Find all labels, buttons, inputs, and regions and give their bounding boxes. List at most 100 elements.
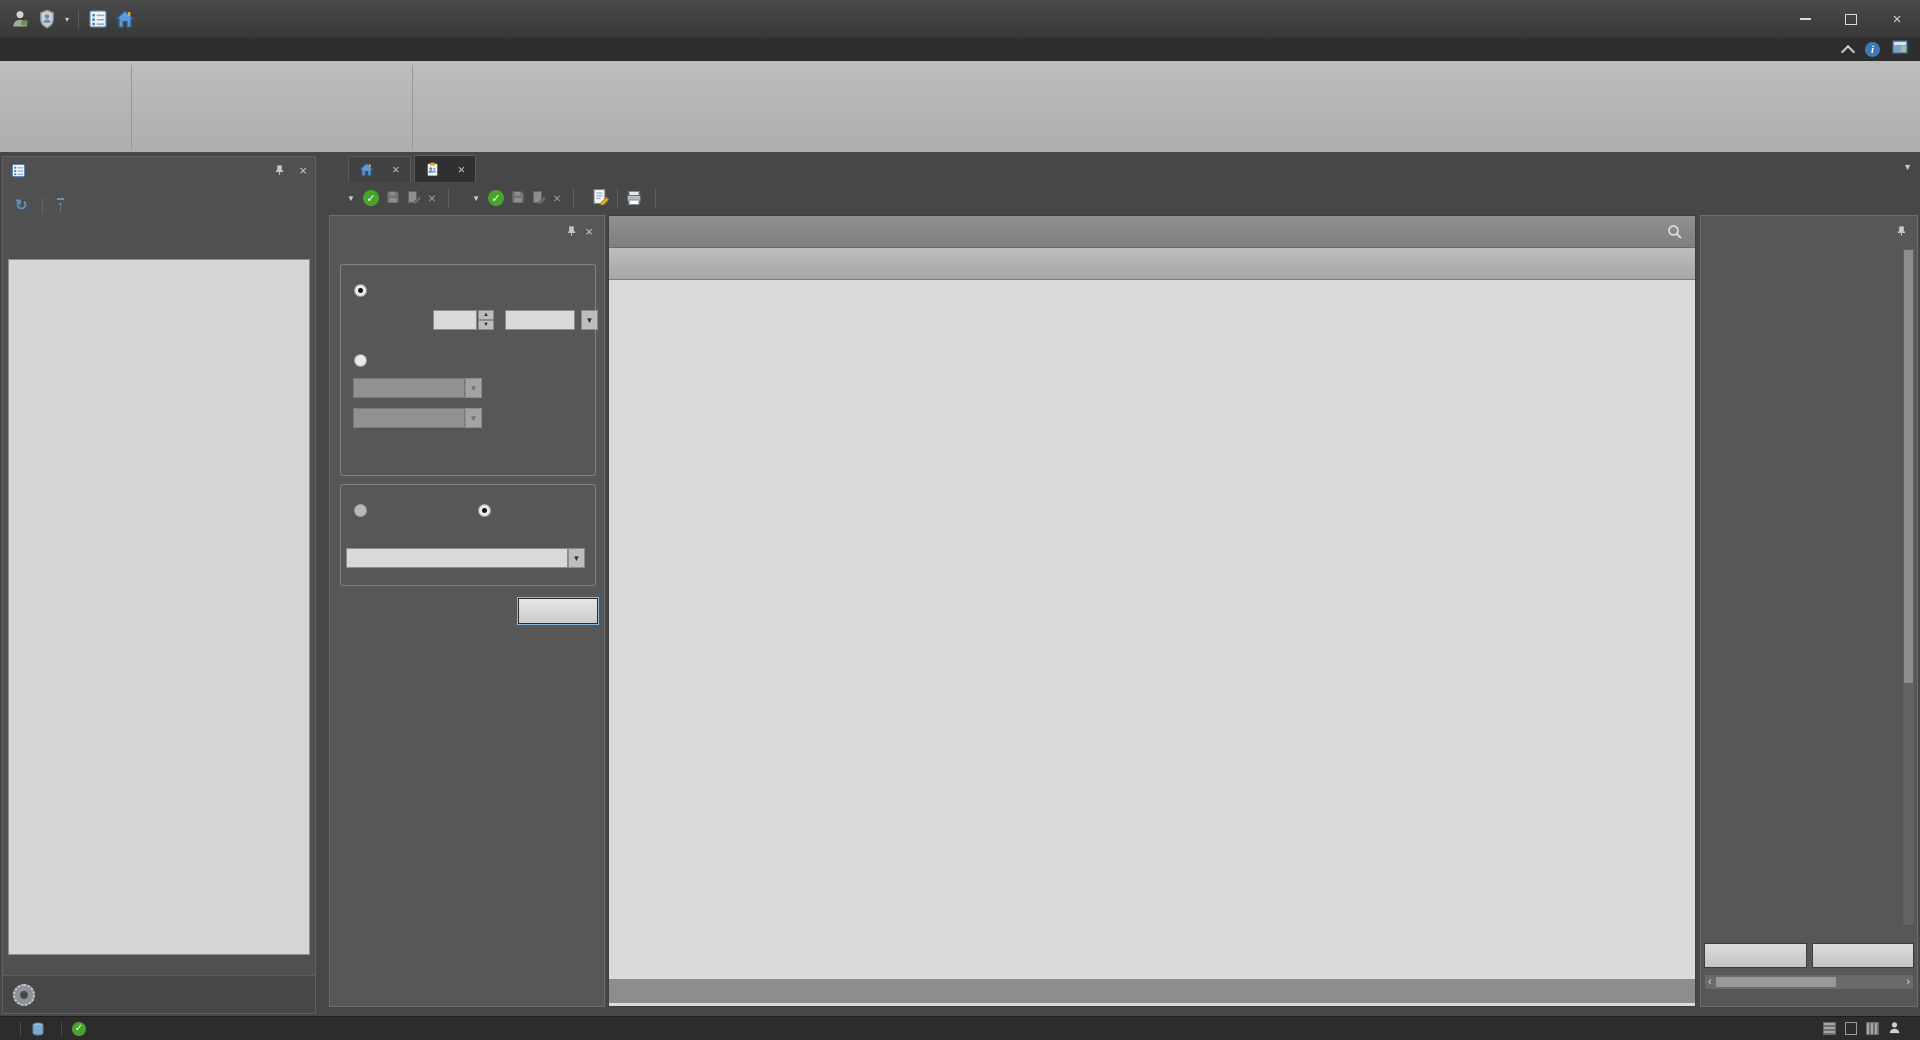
filter-dropdown[interactable]: ▼ [467,194,480,203]
month-select[interactable] [505,310,575,330]
scroll-right-icon[interactable]: › [1906,976,1910,988]
table-header [609,248,1695,280]
group-by-dropbar[interactable] [609,216,1695,248]
period-radio[interactable] [354,354,367,367]
status-version [0,1017,20,1040]
home-tab-icon [359,162,374,177]
employees-radio-row[interactable] [354,504,374,517]
visible-all-button[interactable] [1704,943,1807,968]
available-columns-buttons [1704,943,1914,968]
tab-close-icon[interactable]: × [458,162,466,177]
refresh-icon[interactable]: ↻ [15,199,28,213]
end-date-field[interactable] [353,408,465,428]
scroll-left-icon[interactable]: ‹ [1708,976,1712,988]
hidden-all-button[interactable] [1812,943,1915,968]
template-save-icon[interactable] [386,190,400,207]
report-view-icon[interactable] [1823,1022,1836,1035]
year-spinner[interactable]: ▲▼ [478,310,494,330]
gear-icon [13,984,35,1006]
navigation-section-title [3,183,315,191]
status-bar: ✓ [0,1016,1920,1040]
end-date-row: ▼ [346,408,482,428]
qat-divider [78,10,79,28]
window-layout-icon[interactable] [1892,40,1908,59]
filter-delete-icon[interactable]: × [553,190,561,206]
grid-icon[interactable] [1866,1022,1879,1035]
menu-right-icons: i [1843,38,1920,61]
groups-radio-row[interactable] [478,504,498,517]
status-license: ✓ [62,1017,102,1040]
year-field[interactable] [433,310,477,330]
app-window: ▾ × i [0,0,1920,1040]
navigation-header: × [3,157,315,183]
close-button[interactable]: × [1874,5,1920,33]
list-icon[interactable] [88,9,108,29]
navigation-tree [8,259,310,955]
navigation-panel: × ↻ ↑ [2,156,316,1014]
status-right [1823,1021,1920,1037]
employees-radio[interactable] [354,504,367,517]
filter-edit-icon[interactable] [532,190,546,207]
database-icon [31,1022,45,1036]
generate-button[interactable] [518,598,598,624]
app-icon[interactable] [10,9,30,29]
who-groupbox [340,484,596,586]
close-panel-icon[interactable]: × [585,224,593,239]
filter-save-icon[interactable] [511,190,525,207]
pin-icon[interactable] [274,164,285,176]
configuration-bar[interactable] [3,975,315,1013]
start-date-row: ▼ [346,378,482,398]
vertical-scrollbar[interactable] [1902,248,1915,926]
badge-dropdown-caret[interactable]: ▾ [65,15,69,24]
search-icon[interactable] [1667,224,1683,240]
horizontal-scrollbar[interactable]: ‹ › [1704,974,1914,990]
layout-icon[interactable] [1845,1022,1857,1035]
ribbon-group-label [131,136,412,151]
document-tabs: × × [348,155,476,182]
selected-objects-field[interactable] [346,548,568,568]
start-date-field[interactable] [353,378,465,398]
month-radio-row[interactable] [354,284,374,297]
template-edit-icon[interactable] [407,190,421,207]
report-button[interactable] [626,190,647,206]
status-database [21,1017,61,1040]
info-icon[interactable]: i [1865,42,1880,57]
selected-objects-dropdown-icon[interactable]: ▼ [568,548,585,568]
tab-strona-startowa[interactable]: × [348,156,411,182]
template-delete-icon[interactable]: × [428,190,436,206]
time-range-groupbox [340,264,596,476]
start-date-dropdown-icon[interactable]: ▼ [465,378,482,398]
menu-bar: i [0,38,1920,61]
navigation-tools: ↻ ↑ [3,191,315,219]
groups-radio[interactable] [478,504,491,517]
close-panel-icon[interactable]: × [299,163,307,178]
operator-icon [1888,1021,1901,1037]
quick-access-toolbar: ▾ [0,9,135,29]
tab-raporty-grupowe[interactable]: × [414,155,477,182]
summary-row [609,979,1695,1003]
main-area: × ↻ ↑ × × [0,152,1920,1016]
template-apply-icon[interactable]: ✓ [363,190,379,206]
end-date-dropdown-icon[interactable]: ▼ [465,408,482,428]
window-controls: × [1782,5,1920,33]
available-columns-list [1704,248,1902,926]
tab-close-icon[interactable]: × [392,162,400,177]
pin-icon[interactable] [1896,225,1907,237]
header-edit-icon[interactable] [592,188,609,208]
tabs-overflow-icon[interactable]: ▼ [1903,162,1912,172]
settings-panel: × ▲▼ ▼ ▼ [329,215,605,1007]
scrollbar-thumb[interactable] [1716,977,1836,987]
period-radio-row[interactable] [354,354,374,367]
minimize-button[interactable] [1782,5,1828,33]
ribbon-group-divider [412,65,413,150]
home-icon[interactable] [115,9,135,29]
collapse-ribbon-icon[interactable] [1841,44,1855,58]
filter-apply-icon[interactable]: ✓ [488,190,504,206]
month-radio[interactable] [354,284,367,297]
month-dropdown-icon[interactable]: ▼ [581,310,598,330]
collapse-all-icon[interactable]: ↑ [57,198,65,214]
badge-icon[interactable] [37,9,57,29]
maximize-button[interactable] [1828,5,1874,33]
template-dropdown[interactable]: ▼ [342,194,355,203]
pin-icon[interactable] [566,225,577,237]
